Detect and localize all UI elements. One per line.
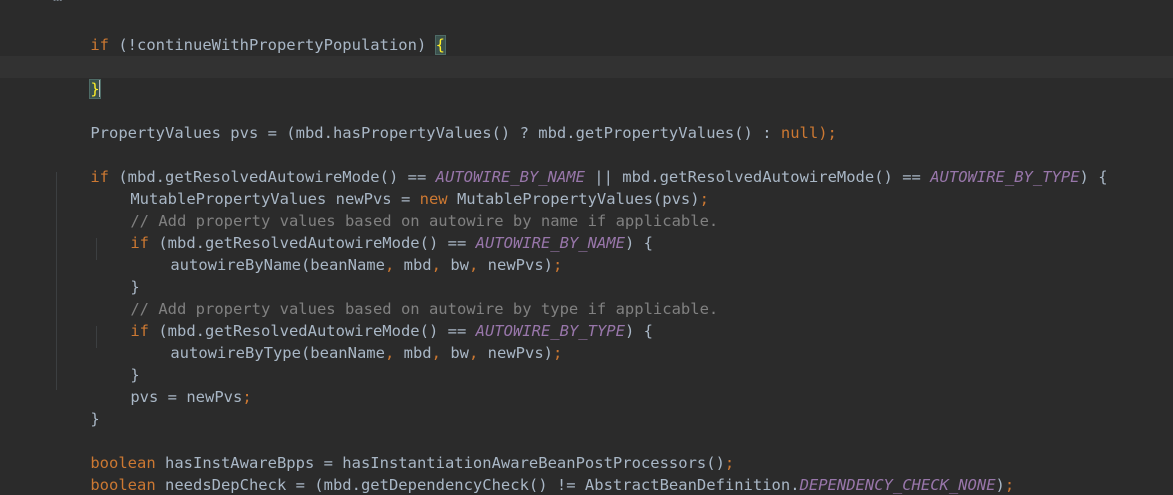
constant-name: DEPENDENCY_CHECK_NONE xyxy=(799,476,996,494)
code-line: } xyxy=(130,278,140,296)
code-line: autowireByName(beanName, mbd, bw, newPvs… xyxy=(170,256,563,274)
code-line: MutablePropertyValues newPvs = new Mutab… xyxy=(130,190,709,208)
code-line: PropertyValues pvs = (mbd.hasPropertyVal… xyxy=(90,124,837,142)
text-caret xyxy=(98,79,101,97)
keyword-null: null xyxy=(780,124,819,142)
code-line: return; xyxy=(0,34,1173,76)
code-line: boolean hasInstAwareBpps = hasInstantiat… xyxy=(90,454,735,472)
code-line: } xyxy=(130,366,140,384)
code-line: // Add property values based on autowire… xyxy=(0,188,1173,230)
code-line: if (mbd.getResolvedAutowireMode() == AUT… xyxy=(130,234,653,252)
scrolled-off-line-fragment: … xyxy=(53,0,62,7)
code-line: boolean needsDepCheck = (mbd.getDependen… xyxy=(90,476,1015,494)
keyword-boolean: boolean xyxy=(90,476,156,494)
code-line: pvs = newPvs; xyxy=(130,388,252,406)
current-code-line: } xyxy=(0,56,1173,99)
code-line: // Add property values based on autowire… xyxy=(0,276,1173,318)
code-line: if (mbd.getResolvedAutowireMode() == AUT… xyxy=(130,322,653,340)
code-line: if (mbd.getResolvedAutowireMode() == AUT… xyxy=(90,168,1108,186)
code-editor[interactable]: … if (!continueWithPropertyPopulation) {… xyxy=(0,0,1173,495)
code-line: autowireByType(beanName, mbd, bw, newPvs… xyxy=(170,344,563,362)
code-line: } xyxy=(90,410,100,428)
code-line: if (!continueWithPropertyPopulation) { xyxy=(90,35,447,55)
